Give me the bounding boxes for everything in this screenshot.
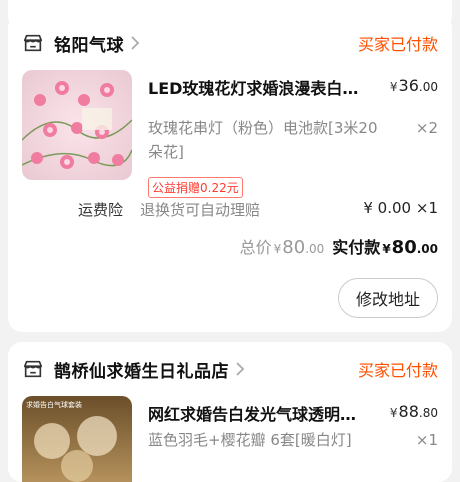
- paid-amount: ¥80.00: [382, 237, 438, 258]
- shipping-insurance-desc: 退换货可自动理赔: [140, 201, 261, 219]
- paid-label: 实付款: [332, 238, 381, 257]
- store-icon: [23, 360, 43, 378]
- shop-header[interactable]: 鹊桥仙求婚生日礼品店 买家已付款: [22, 356, 438, 382]
- order-status: 买家已付款: [357, 35, 438, 54]
- product-price: ¥88.80: [389, 402, 438, 421]
- product-thumbnail[interactable]: 求婚告白气球套装: [22, 396, 132, 482]
- chevron-right-icon[interactable]: [130, 36, 140, 50]
- total-label: 总价: [239, 238, 272, 257]
- chevron-right-icon[interactable]: [235, 362, 245, 376]
- shop-name[interactable]: 铭阳气球: [54, 31, 124, 56]
- shop-header[interactable]: 铭阳气球 买家已付款: [22, 30, 438, 56]
- product-spec: 玫瑰花串灯（粉色）电池款[3米20朵花]: [148, 119, 378, 161]
- product-quantity: ×2: [415, 119, 438, 137]
- thumbnail-caption: 求婚告白气球套装: [26, 401, 82, 409]
- product-title[interactable]: LED玫瑰花灯求婚浪漫表白…: [148, 75, 358, 99]
- order-card[interactable]: 鹊桥仙求婚生日礼品店 买家已付款 求婚告白气球套装 网红求婚告白发光气球透明… …: [8, 342, 452, 482]
- product-quantity: ×1: [415, 431, 438, 449]
- product-price: ¥36.00: [389, 76, 438, 95]
- product-thumbnail[interactable]: [22, 70, 132, 180]
- store-icon: [23, 34, 43, 52]
- charity-badge: 公益捐赠0.22元: [148, 177, 243, 198]
- shipping-insurance-label: 运费险: [78, 201, 124, 219]
- product-spec: 蓝色羽毛+樱花瓣 6套[暖白灯]: [148, 431, 352, 449]
- rose-lights-image: [22, 70, 132, 180]
- shipping-insurance-price: ¥ 0.00 ×1: [363, 199, 438, 217]
- total-price: ¥80.00: [273, 237, 325, 258]
- modify-address-button[interactable]: 修改地址: [338, 278, 438, 318]
- product-title[interactable]: 网红求婚告白发光气球透明…: [148, 401, 356, 425]
- order-card[interactable]: 铭阳气球 买家已付款 LED玫瑰花灯求婚浪漫表白… ¥36.00 玫瑰花串灯（粉…: [8, 14, 452, 332]
- order-total: 总价 ¥80.00 实付款 ¥80.00: [240, 234, 438, 258]
- shop-name[interactable]: 鹊桥仙求婚生日礼品店: [54, 357, 229, 382]
- order-status: 买家已付款: [357, 361, 438, 380]
